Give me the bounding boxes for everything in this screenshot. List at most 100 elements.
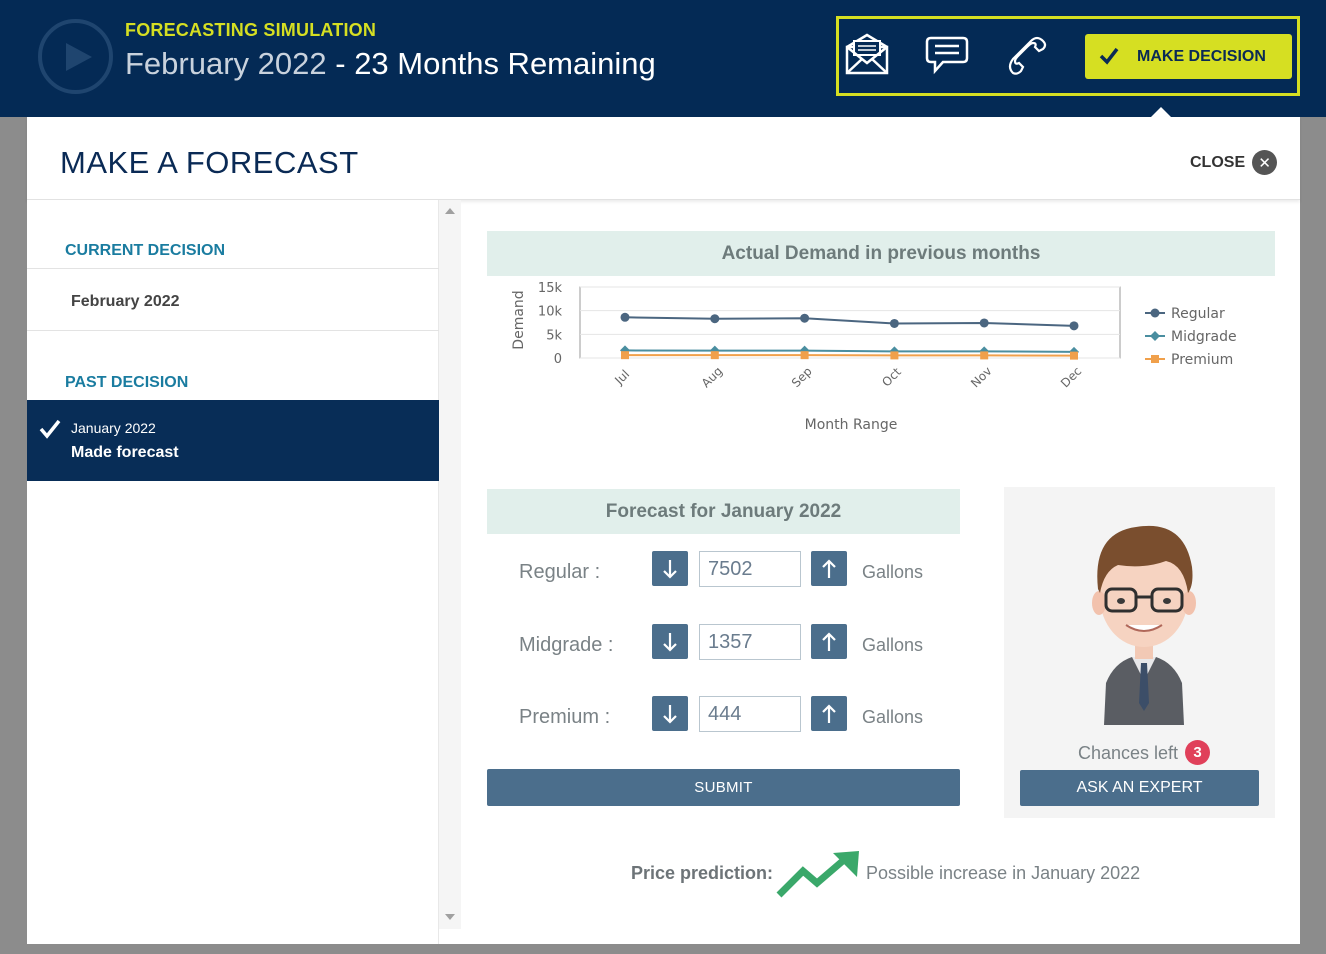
chart-data-point: [1069, 321, 1079, 331]
past-decision-status: Made forecast: [71, 444, 179, 461]
unit-label: Gallons: [862, 707, 924, 727]
midgrade-forecast-input[interactable]: [699, 624, 801, 660]
close-icon[interactable]: ✕: [1252, 150, 1278, 175]
email-icon[interactable]: [845, 33, 889, 77]
chart-series-line: [624, 349, 1075, 353]
chart-data-point: [710, 351, 719, 360]
legend-marker: [1151, 355, 1159, 363]
chart-data-point: [889, 318, 899, 328]
sidebar-scrollbar[interactable]: [439, 200, 461, 929]
chat-icon[interactable]: [925, 33, 969, 77]
expert-panel: Chances left 3 ASK AN EXPERT: [1004, 487, 1275, 818]
chart-data-point: [710, 314, 720, 324]
chart-x-tick-label: Nov: [968, 364, 994, 390]
scroll-down-icon[interactable]: [445, 914, 455, 920]
legend-label: Midgrade: [1171, 329, 1237, 345]
play-icon[interactable]: [38, 19, 113, 94]
arrow-up-icon: [822, 558, 836, 578]
chart-plot-frame: [579, 286, 1121, 359]
page-title: February 2022 - 23 Months Remaining: [125, 46, 656, 82]
expert-avatar: [1092, 525, 1196, 725]
price-prediction-label: Price prediction: [631, 863, 768, 883]
trend-up-icon: [776, 851, 859, 898]
increase-button[interactable]: [811, 551, 847, 586]
forecast-row-premium: Premium : Gallons: [487, 696, 960, 736]
unit-label: Gallons: [862, 562, 924, 582]
demand-chart: 0 5k 10k 15k Jul Aug Sep Oct Nov Dec Regular Midg…: [511, 281, 1237, 433]
chart-y-axis-label: Demand: [511, 290, 527, 349]
close-button[interactable]: CLOSE ✕: [1190, 150, 1278, 175]
legend-marker: [1150, 308, 1160, 318]
months-remaining: 23 Months Remaining: [354, 46, 656, 81]
chart-y-tick-label: 5k: [546, 328, 562, 343]
chart-x-tick-label: Sep: [789, 364, 815, 390]
arrow-up-icon: [822, 703, 836, 723]
chart-x-tick-label: Jul: [611, 367, 632, 388]
past-decision-item[interactable]: January 2022 Made forecast: [27, 400, 439, 481]
chart-data-point: [890, 351, 899, 360]
decrease-button[interactable]: [652, 696, 688, 731]
modal-header: MAKE A FORECAST CLOSE ✕: [27, 117, 1300, 200]
price-prediction-colon: :: [767, 863, 773, 883]
legend-marker: [1150, 331, 1160, 341]
legend-label: Premium: [1171, 352, 1233, 368]
unit-label: Gallons: [862, 635, 924, 655]
close-label: CLOSE: [1190, 153, 1246, 171]
checkmark-icon: [39, 419, 61, 439]
chart-data-point: [1070, 351, 1078, 360]
price-prediction-text: Possible increase in January 2022: [866, 863, 1141, 883]
chart-x-axis-label: Month Range: [805, 417, 898, 433]
checkmark-icon: [1099, 47, 1119, 65]
phone-icon[interactable]: [1005, 33, 1049, 77]
chances-left-label: Chances left: [1078, 743, 1179, 763]
chart-series-line: [624, 316, 1075, 327]
increase-button[interactable]: [811, 624, 847, 659]
top-header: FORECASTING SIMULATION February 2022 - 2…: [0, 0, 1326, 118]
decision-sidebar: CURRENT DECISION February 2022 PAST DECI…: [27, 200, 439, 944]
make-decision-button[interactable]: MAKE DECISION: [1085, 34, 1292, 79]
header-actions: MAKE DECISION: [836, 16, 1300, 96]
legend-label: Regular: [1171, 306, 1225, 322]
increase-button[interactable]: [811, 696, 847, 731]
forecast-row-regular: Regular : Gallons: [487, 551, 960, 591]
chart-heading: Actual Demand in previous months: [487, 231, 1275, 276]
chances-count-badge: 3: [1185, 740, 1210, 765]
submit-button[interactable]: SUBMIT: [487, 769, 960, 806]
forecast-label: Regular :: [519, 561, 601, 583]
forecast-heading: Forecast for January 2022: [487, 489, 960, 534]
current-decision-item[interactable]: February 2022: [27, 268, 439, 331]
chart-y-tick-label: 15k: [538, 281, 563, 296]
premium-forecast-input[interactable]: [699, 696, 801, 732]
chart-x-tick-label: Aug: [699, 364, 725, 390]
decrease-button[interactable]: [652, 551, 688, 586]
chart-data-point: [980, 351, 989, 360]
decrease-button[interactable]: [652, 624, 688, 659]
chart-data-point: [800, 313, 810, 323]
chart-data-point: [621, 351, 629, 360]
arrow-down-icon: [663, 632, 677, 652]
past-decision-heading: PAST DECISION: [65, 374, 189, 391]
forecast-row-midgrade: Midgrade : Gallons: [487, 624, 960, 664]
chart-y-tick-label: 0: [554, 352, 562, 367]
forecast-label: Premium :: [519, 706, 611, 728]
forecast-label: Midgrade :: [519, 634, 614, 656]
scroll-up-icon[interactable]: [445, 208, 455, 214]
current-decision-value: February 2022: [71, 293, 180, 310]
chart-y-tick-label: 10k: [538, 305, 563, 320]
chart-data-point: [620, 312, 630, 322]
chart-x-tick-label: Oct: [879, 365, 904, 390]
chart-x-tick-label: Dec: [1058, 364, 1084, 390]
arrow-up-icon: [822, 631, 836, 651]
ask-expert-button[interactable]: ASK AN EXPERT: [1020, 770, 1259, 806]
simulation-label: FORECASTING SIMULATION: [125, 20, 377, 40]
chart-data-point: [979, 318, 989, 328]
past-decision-date: January 2022: [71, 420, 156, 436]
make-decision-label: MAKE DECISION: [1137, 48, 1266, 65]
current-month: February 2022: [125, 46, 327, 81]
title-separator: -: [326, 46, 355, 81]
chart-data-point: [800, 351, 809, 360]
regular-forecast-input[interactable]: [699, 551, 801, 587]
arrow-down-icon: [663, 704, 677, 724]
arrow-down-icon: [663, 559, 677, 579]
current-decision-heading: CURRENT DECISION: [65, 242, 226, 259]
